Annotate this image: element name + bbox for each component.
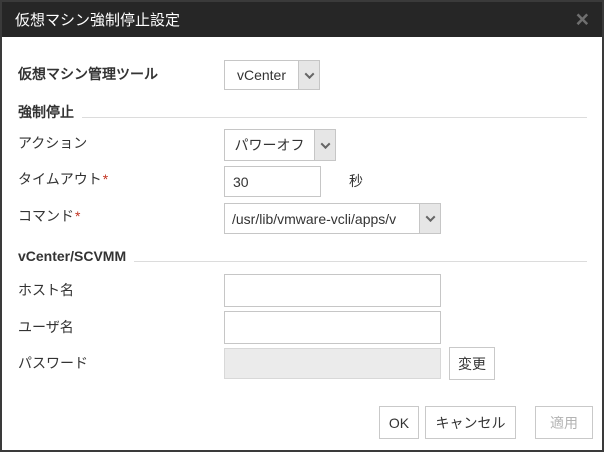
section-vcenter-scvmm: vCenter/SCVMM (18, 248, 587, 264)
section-divider (82, 117, 587, 118)
user-input[interactable] (224, 311, 441, 344)
vm-force-stop-dialog: 仮想マシン強制停止設定 × 仮想マシン管理ツール vCenter 強制停止 アク… (0, 0, 604, 452)
timeout-label: タイムアウト* (18, 171, 108, 187)
command-combobox[interactable]: /usr/lib/vmware-vcli/apps/v (224, 203, 441, 234)
required-mark: * (103, 171, 108, 187)
action-label: アクション (18, 135, 87, 151)
timeout-input[interactable] (224, 166, 321, 197)
host-label: ホスト名 (18, 282, 74, 298)
host-input[interactable] (224, 274, 441, 307)
action-select[interactable]: パワーオフ (224, 129, 336, 161)
command-value: /usr/lib/vmware-vcli/apps/v (225, 204, 419, 233)
dialog-title: 仮想マシン強制停止設定 (15, 9, 180, 30)
ok-button[interactable]: OK (379, 406, 419, 439)
close-icon[interactable]: × (576, 8, 589, 31)
user-label: ユーザ名 (18, 319, 74, 335)
timeout-unit: 秒 (349, 171, 363, 191)
cancel-button[interactable]: キャンセル (425, 406, 516, 439)
action-selected-value: パワーオフ (225, 130, 314, 160)
required-mark: * (75, 208, 80, 224)
section-force-stop-label: 強制停止 (18, 102, 74, 122)
password-label: パスワード (18, 355, 88, 371)
vm-tool-selected-value: vCenter (225, 61, 298, 89)
command-label-text: コマンド (18, 208, 74, 224)
chevron-down-icon (419, 204, 440, 233)
chevron-down-icon (314, 130, 335, 160)
vm-tool-label: 仮想マシン管理ツール (18, 66, 158, 82)
timeout-label-text: タイムアウト (18, 171, 102, 187)
chevron-down-icon (298, 61, 319, 89)
section-vcenter-scvmm-label: vCenter/SCVMM (18, 248, 126, 264)
vm-tool-select[interactable]: vCenter (224, 60, 320, 90)
section-force-stop: 強制停止 (18, 104, 587, 120)
password-input (224, 348, 441, 379)
section-divider (134, 261, 587, 262)
password-change-button[interactable]: 変更 (449, 347, 495, 380)
apply-button[interactable]: 適用 (535, 406, 593, 439)
dialog-titlebar: 仮想マシン強制停止設定 × (2, 2, 602, 37)
command-label: コマンド* (18, 208, 80, 224)
